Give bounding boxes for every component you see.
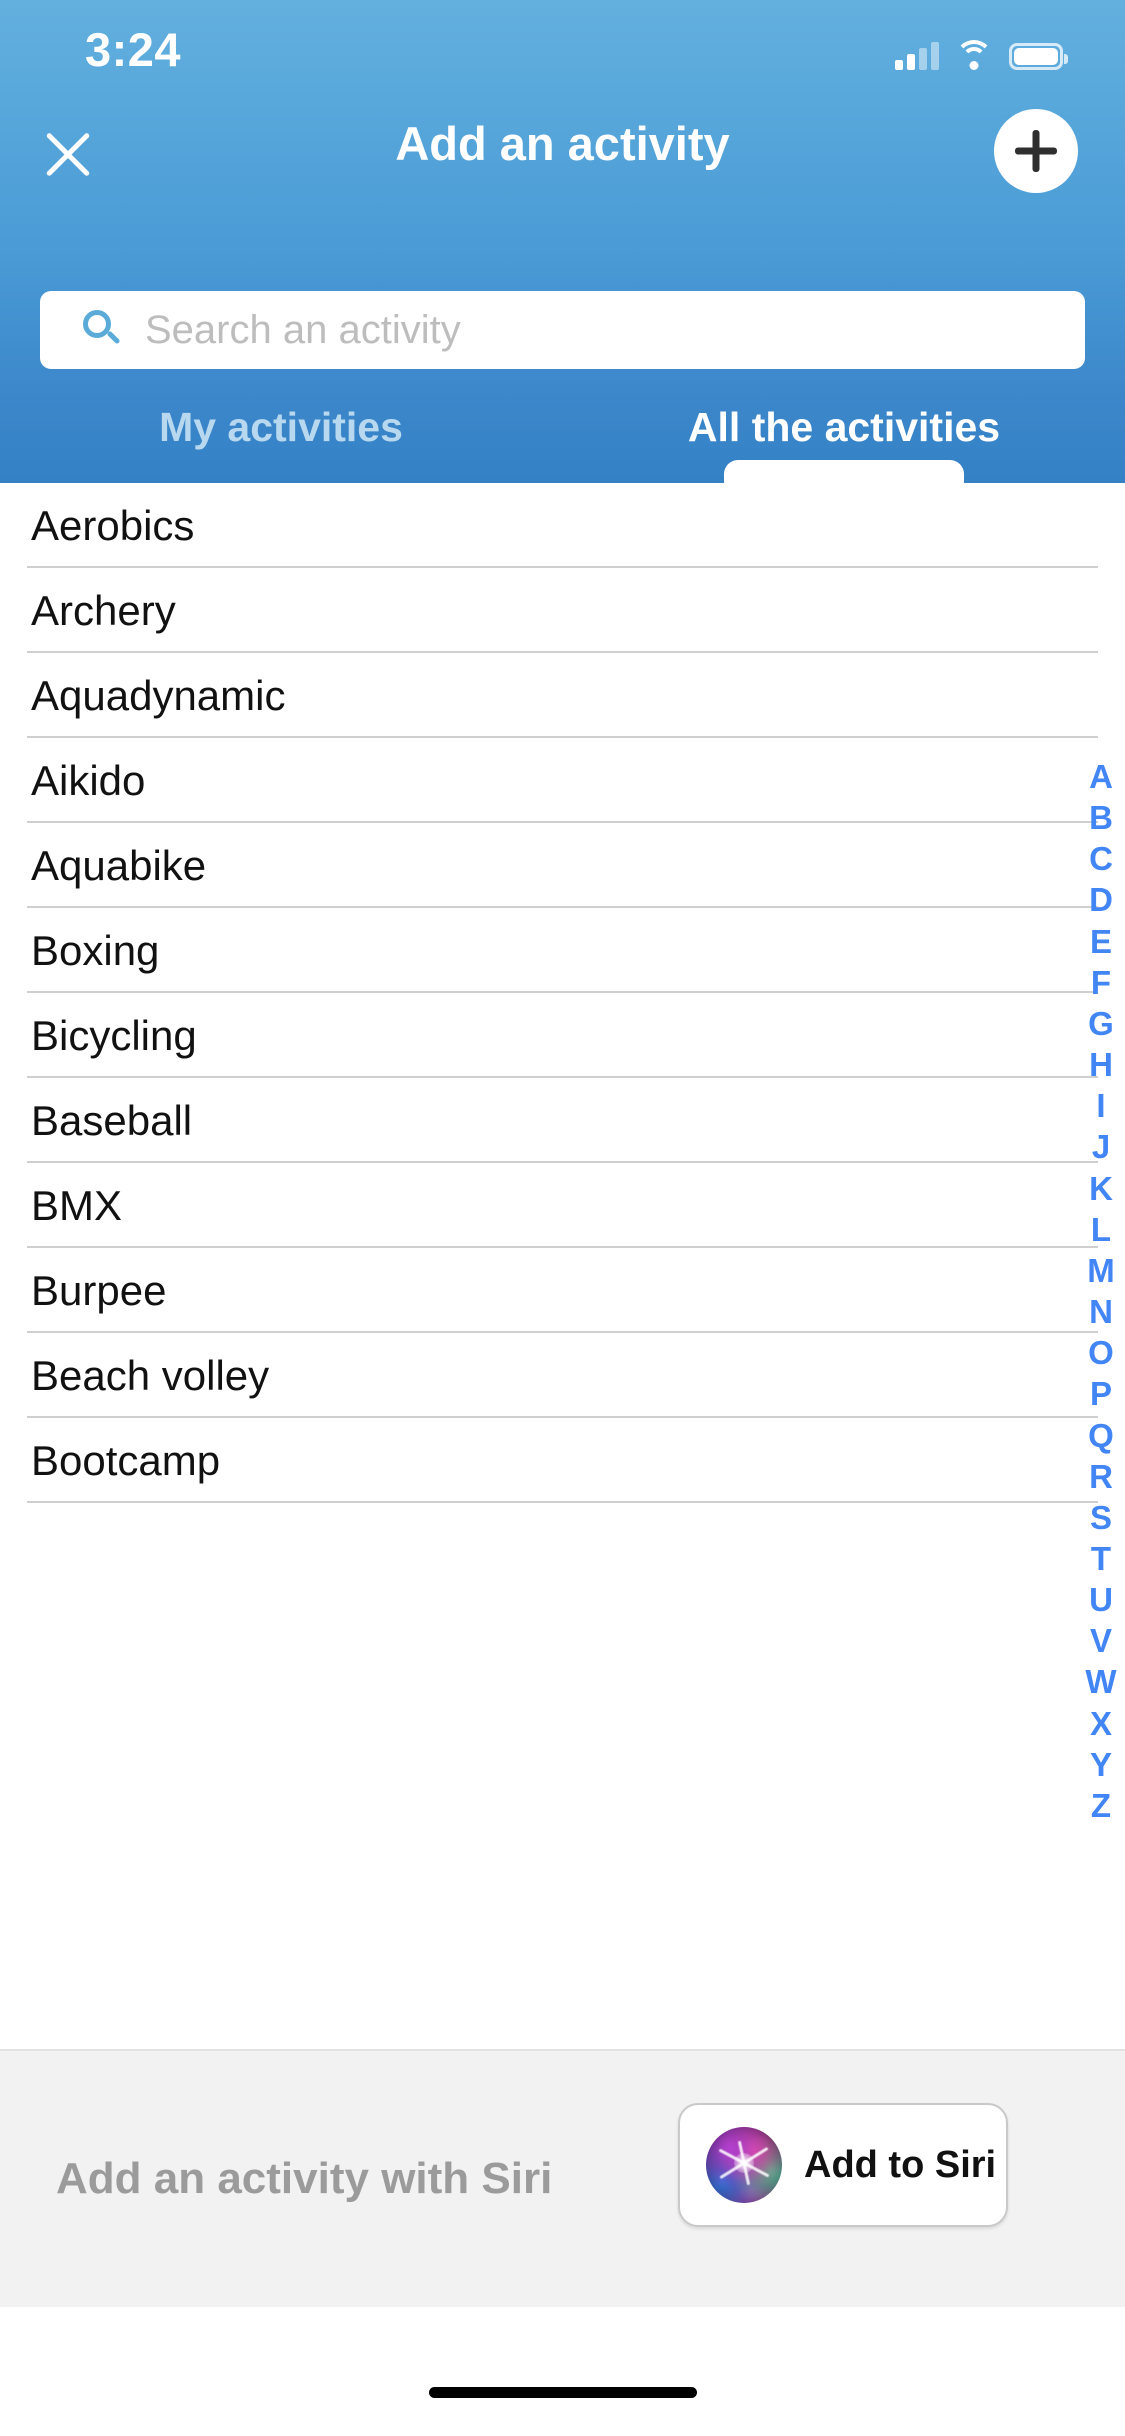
alphabet-index-letter[interactable]: V [1090, 1624, 1112, 1657]
tab-bar: My activities All the activities [0, 400, 1125, 484]
list-item[interactable]: Archery [0, 568, 1125, 653]
search-bar[interactable] [40, 291, 1085, 369]
alphabet-index-letter[interactable]: O [1088, 1336, 1114, 1369]
battery-icon [1009, 43, 1068, 70]
alphabet-index-letter[interactable]: H [1089, 1048, 1113, 1081]
navigation-bar: Add an activity [0, 100, 1125, 210]
list-item[interactable]: BMX [0, 1163, 1125, 1248]
list-item-label: Aikido [31, 756, 146, 804]
alphabet-index-letter[interactable]: R [1089, 1460, 1113, 1493]
home-indicator[interactable] [428, 2387, 697, 2398]
active-tab-indicator [724, 460, 964, 484]
list-item[interactable]: Baseball [0, 1078, 1125, 1163]
tab-all-the-activities[interactable]: All the activities [563, 400, 1125, 484]
alphabet-index-letter[interactable]: M [1087, 1254, 1115, 1287]
list-item[interactable]: Bicycling [0, 993, 1125, 1078]
list-item[interactable]: Bootcamp [0, 1418, 1125, 1503]
alphabet-index-letter[interactable]: F [1091, 966, 1111, 999]
alphabet-index-letter[interactable]: G [1088, 1007, 1114, 1040]
alphabet-index-letter[interactable]: T [1091, 1542, 1111, 1575]
alphabet-index-letter[interactable]: A [1089, 760, 1113, 793]
list-item[interactable]: Boxing [0, 908, 1125, 993]
alphabet-index-letter[interactable]: X [1090, 1707, 1112, 1740]
list-item-label: Archery [31, 586, 176, 634]
list-item[interactable]: Aikido [0, 738, 1125, 823]
alphabet-index-letter[interactable]: N [1089, 1295, 1113, 1328]
alphabet-index[interactable]: ABCDEFGHIJKLMNOPQRSTUVWXYZ [1077, 760, 1125, 1822]
phone-screen: 3:24 Add an activity Search an activity … [0, 0, 1125, 2436]
app-header: 3:24 Add an activity Search an activity … [0, 0, 1125, 484]
page-title: Add an activity [395, 117, 730, 170]
search-icon [81, 310, 121, 350]
list-item-label: Aerobics [31, 501, 195, 549]
alphabet-index-letter[interactable]: Q [1088, 1419, 1114, 1452]
alphabet-index-letter[interactable]: Z [1091, 1789, 1111, 1822]
alphabet-index-letter[interactable]: S [1090, 1501, 1112, 1534]
alphabet-index-letter[interactable]: B [1089, 801, 1113, 834]
list-item-label: Aquadynamic [31, 671, 286, 719]
alphabet-index-letter[interactable]: U [1089, 1583, 1113, 1616]
alphabet-index-letter[interactable]: P [1090, 1377, 1112, 1410]
alphabet-index-letter[interactable]: K [1089, 1172, 1113, 1205]
tab-all-the-activities-label: All the activities [687, 404, 1001, 450]
status-bar: 3:24 [0, 0, 1125, 100]
siri-prompt-label: Add an activity with Siri [56, 2154, 553, 2203]
alphabet-index-letter[interactable]: I [1096, 1089, 1105, 1122]
list-item-label: Baseball [31, 1096, 193, 1144]
list-item-label: Burpee [31, 1266, 167, 1314]
status-bar-time: 3:24 [85, 23, 182, 76]
siri-orb-icon [706, 2127, 782, 2203]
add-activity-button[interactable] [994, 109, 1078, 193]
list-item[interactable]: Aquabike [0, 823, 1125, 908]
activity-list[interactable]: Aerobics Archery Aquadynamic Aikido Aquabike… [0, 483, 1125, 2049]
wifi-icon [955, 40, 993, 70]
alphabet-index-letter[interactable]: D [1089, 883, 1113, 916]
cellular-signal-icon [895, 40, 939, 70]
list-item[interactable]: Burpee [0, 1248, 1125, 1333]
list-item-label: Bicycling [31, 1011, 197, 1059]
alphabet-index-letter[interactable]: C [1089, 842, 1113, 875]
list-item-label: BMX [31, 1181, 123, 1229]
alphabet-index-letter[interactable]: E [1090, 925, 1112, 958]
alphabet-index-letter[interactable]: J [1092, 1130, 1110, 1163]
list-item[interactable]: Aquadynamic [0, 653, 1125, 738]
alphabet-index-letter[interactable]: L [1091, 1213, 1111, 1246]
list-item-label: Beach volley [31, 1351, 270, 1399]
tab-my-activities-label: My activities [159, 404, 403, 450]
list-item[interactable]: Aerobics [0, 483, 1125, 568]
list-item-label: Bootcamp [31, 1436, 221, 1484]
list-item[interactable]: Beach volley [0, 1333, 1125, 1418]
list-item-label: Aquabike [31, 841, 207, 889]
status-bar-indicators [895, 30, 1068, 70]
tab-my-activities[interactable]: My activities [0, 400, 562, 483]
alphabet-index-letter[interactable]: W [1085, 1665, 1116, 1698]
list-item-label: Boxing [31, 926, 160, 974]
alphabet-index-letter[interactable]: Y [1090, 1748, 1112, 1781]
add-to-siri-button[interactable]: Add to Siri [678, 2103, 1008, 2227]
search-input[interactable] [145, 307, 1055, 353]
add-to-siri-label: Add to Siri [804, 2143, 997, 2186]
siri-footer: Add an activity with Siri Add to Siri [0, 2049, 1125, 2307]
